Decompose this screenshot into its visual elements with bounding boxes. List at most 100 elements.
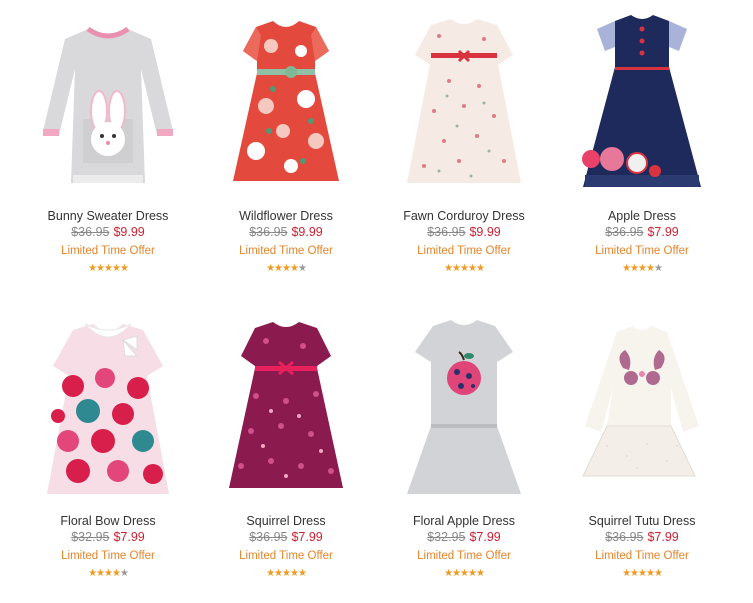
star-filled-icon: ★ [630, 263, 639, 274]
offer-label: Limited Time Offer [417, 550, 511, 562]
product-card[interactable]: Floral Bow Dress $32.95 $7.99 Limited Tim… [19, 311, 197, 580]
star-filled-icon: ★ [475, 568, 485, 579]
star-filled-icon: ★ [274, 568, 283, 579]
sale-price: $9.99 [469, 225, 501, 239]
star-filled-icon: ★ [653, 568, 663, 579]
offer-label: Limited Time Offer [61, 245, 155, 257]
original-price: $36.95 [249, 225, 288, 239]
floral-bow-dress-image[interactable] [19, 311, 197, 501]
star-filled-icon: ★ [467, 568, 477, 579]
product-price: $36.95 $7.99 [553, 224, 731, 240]
sale-price: $9.99 [113, 225, 145, 239]
apple-dress-image[interactable] [553, 6, 731, 196]
product-price: $36.95 $9.99 [375, 224, 553, 240]
star-rating: ★★★★★ [19, 568, 197, 580]
product-card[interactable]: Squirrel Dress $36.95 $7.99 Limited Time … [197, 311, 375, 580]
star-filled-icon: ★ [444, 568, 453, 579]
product-price: $36.95 $7.99 [197, 529, 375, 545]
wildflower-dress-image[interactable] [197, 6, 375, 196]
product-card[interactable]: Wildflower Dress $36.95 $9.99 Limited Tim… [197, 6, 375, 275]
star-filled-icon: ★ [622, 568, 631, 579]
offer-label: Limited Time Offer [61, 550, 155, 562]
star-filled-icon: ★ [266, 263, 275, 274]
star-empty-icon: ★ [119, 568, 129, 579]
star-filled-icon: ★ [266, 568, 275, 579]
star-filled-icon: ★ [622, 263, 631, 274]
original-price: $36.95 [249, 530, 288, 544]
star-filled-icon: ★ [452, 263, 461, 274]
product-name[interactable]: Fawn Corduroy Dress [375, 208, 553, 224]
product-price: $36.95 $7.99 [553, 529, 731, 545]
original-price: $36.95 [71, 225, 110, 239]
fawn-corduroy-dress-image[interactable] [375, 6, 553, 196]
star-rating: ★★★★★ [197, 568, 375, 580]
bunny-sweater-dress-image[interactable] [19, 6, 197, 196]
squirrel-dress-image[interactable] [197, 311, 375, 501]
product-card[interactable]: Squirrel Tutu Dress $36.95 $7.99 Limited … [553, 311, 731, 580]
product-price: $32.95 $7.99 [19, 529, 197, 545]
squirrel-tutu-dress-image[interactable] [553, 311, 731, 501]
star-filled-icon: ★ [638, 263, 647, 274]
star-filled-icon: ★ [444, 263, 453, 274]
star-filled-icon: ★ [88, 263, 97, 274]
product-card[interactable]: Bunny Sweater Dress $36.95 $9.99 Limited … [19, 6, 197, 275]
product-price: $32.95 $7.99 [375, 529, 553, 545]
original-price: $32.95 [427, 530, 466, 544]
star-filled-icon: ★ [111, 568, 121, 579]
star-filled-icon: ★ [452, 568, 461, 579]
original-price: $36.95 [427, 225, 466, 239]
star-filled-icon: ★ [289, 263, 299, 274]
star-rating: ★★★★★ [197, 263, 375, 275]
star-empty-icon: ★ [297, 263, 307, 274]
sale-price: $7.99 [647, 225, 679, 239]
product-card[interactable]: Fawn Corduroy Dress $36.95 $9.99 Limited … [375, 6, 553, 275]
star-filled-icon: ★ [638, 568, 647, 579]
star-filled-icon: ★ [467, 263, 477, 274]
star-filled-icon: ★ [104, 568, 113, 579]
star-filled-icon: ★ [645, 263, 655, 274]
product-card[interactable]: Floral Apple Dress $32.95 $7.99 Limited T… [375, 311, 553, 580]
star-filled-icon: ★ [274, 263, 283, 274]
offer-label: Limited Time Offer [595, 550, 689, 562]
product-name[interactable]: Squirrel Tutu Dress [553, 513, 731, 529]
star-rating: ★★★★★ [375, 263, 553, 275]
original-price: $36.95 [605, 225, 644, 239]
floral-apple-dress-image[interactable] [375, 311, 553, 501]
star-rating: ★★★★★ [553, 263, 731, 275]
offer-label: Limited Time Offer [239, 245, 333, 257]
star-rating: ★★★★★ [375, 568, 553, 580]
sale-price: $7.99 [647, 530, 679, 544]
sale-price: $7.99 [469, 530, 501, 544]
sale-price: $9.99 [291, 225, 323, 239]
star-filled-icon: ★ [282, 263, 291, 274]
product-price: $36.95 $9.99 [197, 224, 375, 240]
star-filled-icon: ★ [645, 568, 655, 579]
original-price: $32.95 [71, 530, 110, 544]
star-filled-icon: ★ [460, 263, 469, 274]
offer-label: Limited Time Offer [417, 245, 511, 257]
product-price: $36.95 $9.99 [19, 224, 197, 240]
original-price: $36.95 [605, 530, 644, 544]
star-empty-icon: ★ [653, 263, 663, 274]
star-rating: ★★★★★ [553, 568, 731, 580]
star-filled-icon: ★ [104, 263, 113, 274]
star-rating: ★★★★★ [19, 263, 197, 275]
product-grid: Bunny Sweater Dress $36.95 $9.99 Limited … [0, 0, 753, 603]
offer-label: Limited Time Offer [239, 550, 333, 562]
sale-price: $7.99 [113, 530, 145, 544]
star-filled-icon: ★ [96, 263, 105, 274]
product-name[interactable]: Floral Apple Dress [375, 513, 553, 529]
product-name[interactable]: Apple Dress [553, 208, 731, 224]
offer-label: Limited Time Offer [595, 245, 689, 257]
star-filled-icon: ★ [88, 568, 97, 579]
star-filled-icon: ★ [475, 263, 485, 274]
product-card[interactable]: Apple Dress $36.95 $7.99 Limited Time Off… [553, 6, 731, 275]
star-filled-icon: ★ [111, 263, 121, 274]
product-name[interactable]: Floral Bow Dress [19, 513, 197, 529]
star-filled-icon: ★ [630, 568, 639, 579]
product-name[interactable]: Wildflower Dress [197, 208, 375, 224]
star-filled-icon: ★ [297, 568, 307, 579]
product-name[interactable]: Squirrel Dress [197, 513, 375, 529]
product-name[interactable]: Bunny Sweater Dress [19, 208, 197, 224]
star-filled-icon: ★ [460, 568, 469, 579]
